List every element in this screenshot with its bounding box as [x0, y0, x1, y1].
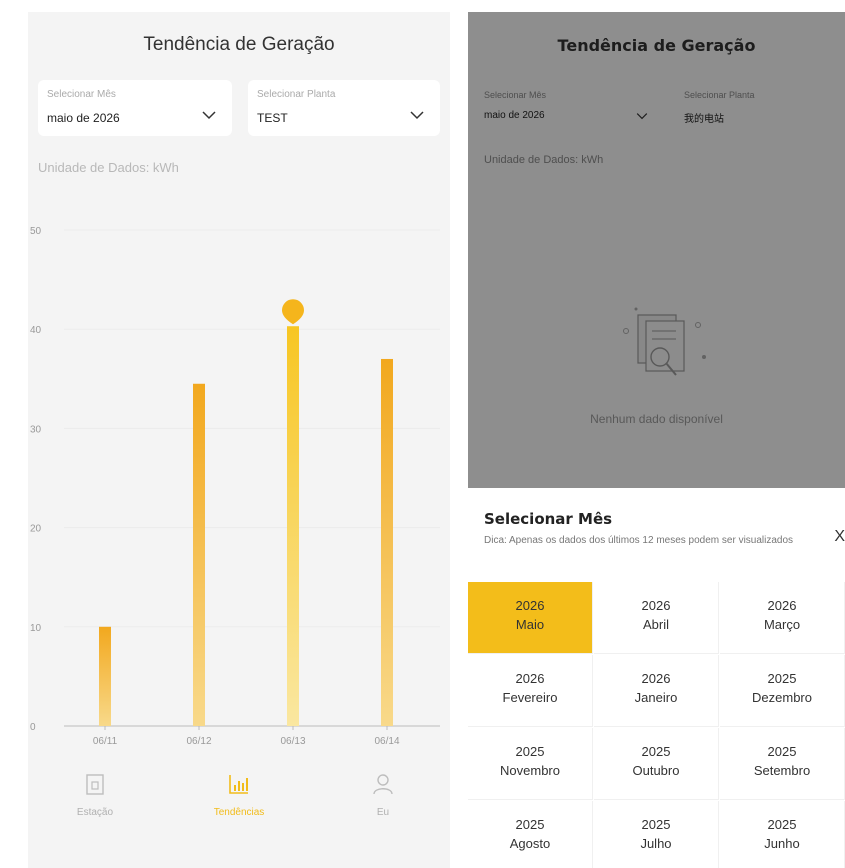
bar[interactable]: [193, 383, 205, 726]
plant-selector[interactable]: Selecionar Planta TEST: [248, 80, 440, 136]
chevron-down-icon: [410, 111, 424, 120]
month-option[interactable]: 2025 Novembro: [468, 728, 593, 800]
month-option[interactable]: 2026 Março: [720, 582, 845, 654]
y-tick-label: 0: [30, 722, 36, 733]
chevron-down-icon: [202, 111, 216, 120]
month-option[interactable]: 2025 Julho: [594, 801, 719, 868]
tab-station[interactable]: Estação: [50, 772, 140, 818]
month-picker-sheet: Selecionar Mês Dica: Apenas os dados dos…: [468, 488, 845, 868]
month-option-name: Maio: [515, 617, 545, 632]
x-tick-label: 06/14: [374, 736, 399, 747]
month-option-year: 2026: [641, 598, 671, 613]
bar-chart-icon: [229, 775, 248, 794]
month-option[interactable]: 2025 Junho: [720, 801, 845, 868]
tab-station-label: Estação: [76, 807, 114, 818]
month-option[interactable]: 2026 Fevereiro: [468, 655, 593, 727]
month-option-name: Abril: [642, 617, 669, 632]
x-tick-label: 06/12: [186, 736, 211, 747]
month-option-name: Junho: [764, 836, 800, 851]
data-unit-label: Unidade de Dados: kWh: [38, 160, 179, 175]
month-option-year: 2026: [767, 598, 797, 613]
month-picker-screen: Tendência de Geração Selecionar Mês maio…: [468, 12, 845, 868]
month-option-name: Agosto: [509, 836, 551, 851]
month-option-name: Janeiro: [634, 690, 678, 705]
tab-me-label: Eu: [376, 807, 390, 818]
month-selector[interactable]: Selecionar Mês maio de 2026: [38, 80, 232, 136]
month-option[interactable]: 2025 Dezembro: [720, 655, 845, 727]
month-option-name: Fevereiro: [502, 690, 558, 705]
month-selector-value: maio de 2026: [47, 111, 120, 125]
month-option-name: Março: [763, 617, 801, 632]
bar[interactable]: [381, 358, 393, 726]
plant-selector-label: Selecionar Planta: [257, 89, 336, 100]
month-option-name: Novembro: [500, 763, 560, 778]
y-tick-label: 30: [30, 424, 42, 435]
y-tick-label: 20: [30, 524, 42, 535]
month-option-year: 2026: [515, 598, 545, 613]
station-icon: [86, 774, 104, 795]
month-option-year: 2026: [641, 671, 671, 686]
month-option-name: Julho: [640, 836, 672, 851]
month-option-name: Setembro: [753, 763, 811, 778]
sheet-title: Selecionar Mês: [484, 510, 613, 528]
plant-selector-value: TEST: [257, 111, 288, 125]
month-option[interactable]: 2026 Maio: [468, 582, 593, 654]
close-icon[interactable]: X: [834, 528, 845, 546]
y-tick-label: 40: [30, 325, 42, 336]
month-option[interactable]: 2026 Abril: [594, 582, 719, 654]
month-option-year: 2025: [767, 817, 797, 832]
month-option-year: 2025: [515, 817, 545, 832]
month-selector-label: Selecionar Mês: [47, 89, 116, 100]
month-option-year: 2025: [641, 744, 671, 759]
y-tick-label: 50: [30, 226, 42, 237]
x-tick-label: 06/11: [93, 736, 118, 747]
month-option-year: 2025: [767, 671, 797, 686]
generation-bar-chart: 0 10 20 30 40 50 06/11 06/12 06/13 06/14: [30, 226, 440, 747]
month-option-year: 2026: [515, 671, 545, 686]
month-option[interactable]: 2025 Setembro: [720, 728, 845, 800]
tab-me[interactable]: Eu: [338, 772, 428, 818]
month-option[interactable]: 2025 Agosto: [468, 801, 593, 868]
month-option[interactable]: 2026 Janeiro: [594, 655, 719, 727]
bar[interactable]: [287, 326, 299, 726]
month-option-name: Outubro: [632, 763, 680, 778]
sheet-hint: Dica: Apenas os dados dos últimos 12 mes…: [484, 535, 794, 546]
person-icon: [373, 774, 393, 795]
bar[interactable]: [99, 626, 111, 726]
page-title: Tendência de Geração: [143, 34, 335, 55]
month-option-name: Dezembro: [752, 690, 812, 705]
trend-screen: Tendência de Geração Selecionar Mês maio…: [28, 12, 450, 868]
y-tick-label: 10: [30, 623, 42, 634]
month-option-year: 2025: [641, 817, 671, 832]
bottom-tab-bar: Estação Tendências Eu: [28, 772, 450, 852]
modal-backdrop[interactable]: [468, 12, 845, 488]
month-option-year: 2025: [767, 744, 797, 759]
tab-trends-label: Tendências: [213, 807, 265, 818]
selected-bar-marker: [282, 299, 304, 325]
month-option[interactable]: 2025 Outubro: [594, 728, 719, 800]
month-option-year: 2025: [515, 744, 545, 759]
x-tick-label: 06/13: [280, 736, 305, 747]
tab-trends[interactable]: Tendências: [194, 772, 284, 818]
